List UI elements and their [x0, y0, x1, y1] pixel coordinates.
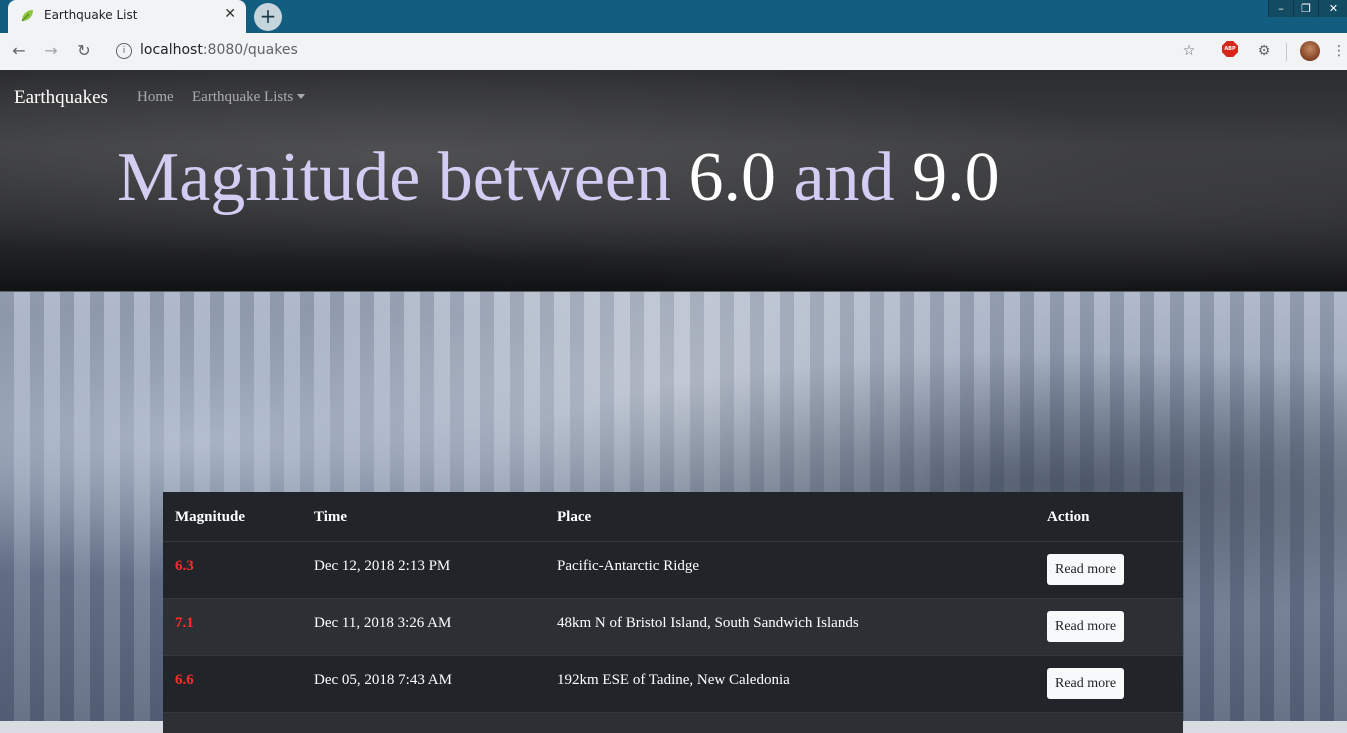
info-icon[interactable]: i: [116, 43, 132, 59]
new-tab-button[interactable]: +: [254, 3, 282, 31]
back-arrow-icon[interactable]: ←: [8, 40, 30, 62]
column-header-place: Place: [557, 509, 592, 525]
place-cell: Pacific-Antarctic Ridge: [557, 558, 700, 574]
title-max-magnitude: 9.0: [912, 139, 1000, 216]
extension-icon[interactable]: ⚙: [1254, 41, 1274, 61]
minimize-button[interactable]: –: [1268, 0, 1293, 17]
tab-title: Earthquake List: [44, 8, 138, 22]
address-bar[interactable]: localhost:8080/quakes: [140, 42, 298, 58]
column-header-magnitude: Magnitude: [175, 509, 246, 525]
magnitude-cell: 7.1: [175, 615, 194, 631]
time-cell: Dec 12, 2018 2:13 PM: [314, 558, 451, 574]
table-header-row: Magnitude Time Place Action: [163, 492, 1183, 541]
profile-avatar[interactable]: [1300, 41, 1320, 61]
magnitude-cell: 6.3: [175, 558, 194, 574]
browser-toolbar: ← → ↻ i localhost:8080/quakes ☆ ⚙ ⋮: [0, 33, 1347, 71]
restore-button[interactable]: ❐: [1293, 0, 1318, 17]
nav-earthquake-lists-dropdown[interactable]: Earthquake Lists: [192, 89, 306, 106]
magnitude-cell: 6.6: [175, 672, 194, 688]
read-more-button[interactable]: Read more: [1047, 668, 1125, 699]
column-header-action: Action: [1047, 509, 1090, 525]
reload-icon[interactable]: ↻: [73, 40, 95, 62]
page-header: Earthquakes Home Earthquake Lists Magnit…: [0, 70, 1347, 292]
browser-tab-strip: Earthquake List ✕ + – ❐ ✕: [0, 0, 1347, 33]
table-row: 7.1 Dec 11, 2018 3:26 AM 48km N of Brist…: [163, 598, 1183, 655]
close-icon[interactable]: ✕: [224, 6, 236, 22]
window-close-button[interactable]: ✕: [1318, 0, 1347, 17]
time-cell: Dec 11, 2018 3:26 AM: [314, 615, 452, 631]
leaf-favicon-icon: [21, 10, 33, 22]
place-cell: 48km N of Bristol Island, South Sandwich…: [557, 615, 859, 631]
more-menu-icon[interactable]: ⋮: [1332, 41, 1346, 61]
star-icon[interactable]: ☆: [1179, 41, 1199, 61]
read-more-button[interactable]: Read more: [1047, 611, 1125, 642]
toolbar-divider: [1286, 43, 1287, 61]
place-cell: 192km ESE of Tadine, New Caledonia: [557, 672, 790, 688]
browser-tab[interactable]: Earthquake List ✕: [8, 0, 246, 33]
earthquake-table: Magnitude Time Place Action 6.3 Dec 12, …: [163, 492, 1183, 733]
nav-home-link[interactable]: Home: [137, 89, 174, 106]
adblock-icon[interactable]: ABP: [1222, 41, 1238, 57]
chevron-down-icon: [297, 93, 306, 99]
url-path: :8080/quakes: [202, 42, 298, 58]
table-row-partial: [163, 712, 1183, 733]
table-row: 6.3 Dec 12, 2018 2:13 PM Pacific-Antarct…: [163, 541, 1183, 598]
read-more-button[interactable]: Read more: [1047, 554, 1125, 585]
column-header-time: Time: [314, 509, 348, 525]
page-title: Magnitude between 6.0 and 9.0: [117, 136, 1000, 220]
nav-earthquake-lists-label: Earthquake Lists: [192, 89, 294, 105]
title-min-magnitude: 6.0: [688, 139, 776, 216]
title-middle: and: [775, 139, 913, 216]
navbar-brand[interactable]: Earthquakes: [14, 87, 108, 109]
table-row: 6.6 Dec 05, 2018 7:43 AM 192km ESE of Ta…: [163, 655, 1183, 712]
url-host: localhost: [140, 42, 203, 58]
time-cell: Dec 05, 2018 7:43 AM: [314, 672, 452, 688]
title-prefix: Magnitude between: [117, 139, 689, 216]
forward-arrow-icon[interactable]: →: [40, 40, 62, 62]
